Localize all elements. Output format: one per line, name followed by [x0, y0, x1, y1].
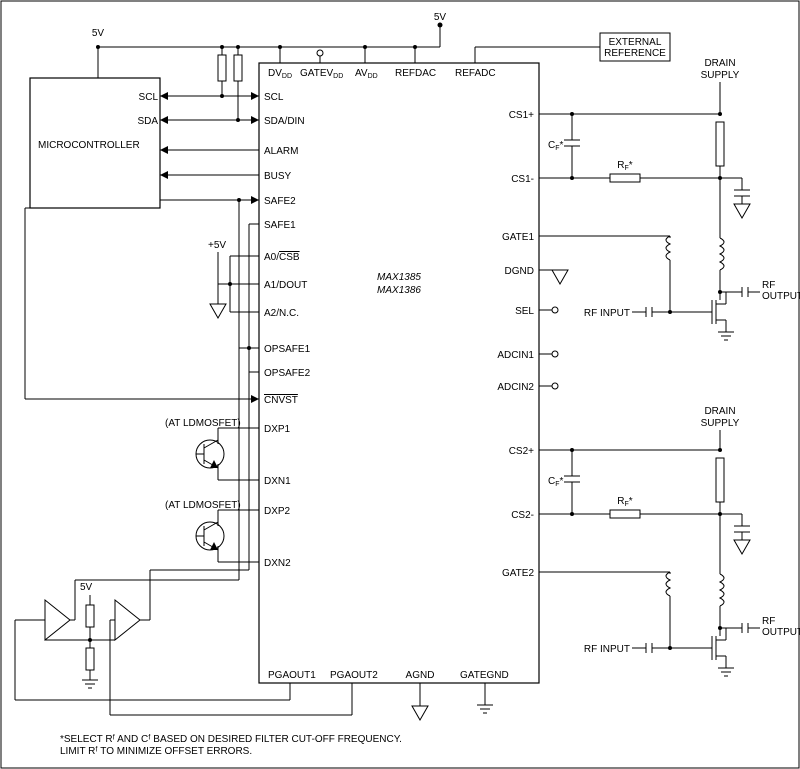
svg-text:REFADC: REFADC: [455, 68, 496, 79]
svg-text:A1/DOUT: A1/DOUT: [264, 280, 307, 291]
v5-left: 5V: [92, 28, 105, 39]
svg-text:RF: RF: [762, 280, 775, 291]
svg-text:5V: 5V: [80, 582, 93, 593]
svg-text:CS1-: CS1-: [511, 174, 534, 185]
svg-text:DRAIN: DRAIN: [704, 58, 735, 69]
svg-text:DXP2: DXP2: [264, 506, 291, 517]
chip-name2: MAX1386: [377, 285, 421, 296]
svg-text:GATE2: GATE2: [502, 568, 534, 579]
extref-l2: REFERENCE: [604, 48, 666, 59]
svg-text:A0/CSB: A0/CSB: [264, 252, 300, 263]
extref-l1: EXTERNAL: [609, 37, 662, 48]
svg-text:SDA: SDA: [137, 116, 158, 127]
svg-text:GATEGND: GATEGND: [460, 670, 509, 681]
footnote-1: *SELECT Rᶠ AND Cᶠ BASED ON DESIRED FILTE…: [60, 734, 402, 745]
svg-text:DXP1: DXP1: [264, 424, 291, 435]
svg-text:DXN1: DXN1: [264, 476, 291, 487]
svg-text:SUPPLY: SUPPLY: [701, 70, 740, 81]
svg-text:REFDAC: REFDAC: [395, 68, 436, 79]
svg-text:RF INPUT: RF INPUT: [584, 644, 630, 655]
svg-text:SAFE2: SAFE2: [264, 196, 296, 207]
svg-text:OPSAFE2: OPSAFE2: [264, 368, 311, 379]
svg-text:PGAOUT2: PGAOUT2: [330, 670, 378, 681]
svg-text:SUPPLY: SUPPLY: [701, 418, 740, 429]
svg-text:CS1+: CS1+: [509, 110, 534, 121]
svg-text:ALARM: ALARM: [264, 146, 298, 157]
svg-text:DGND: DGND: [505, 266, 534, 277]
svg-text:RF: RF: [762, 616, 775, 627]
svg-text:BUSY: BUSY: [264, 171, 292, 182]
svg-text:OUTPUT: OUTPUT: [762, 291, 800, 302]
svg-text:RF INPUT: RF INPUT: [584, 308, 630, 319]
svg-text:OPSAFE1: OPSAFE1: [264, 344, 311, 355]
v5-top: 5V: [434, 12, 447, 23]
svg-text:A2/N.C.: A2/N.C.: [264, 308, 299, 319]
svg-text:PGAOUT1: PGAOUT1: [268, 670, 316, 681]
mcu-label: MICROCONTROLLER: [38, 140, 140, 151]
schematic-diagram: MAX1385 MAX1386 DVDD GATEVDD AVDD REFDAC…: [0, 0, 800, 769]
svg-text:SCL: SCL: [264, 92, 284, 103]
svg-text:ADCIN1: ADCIN1: [497, 350, 534, 361]
svg-text:DRAIN: DRAIN: [704, 406, 735, 417]
svg-text:CS2-: CS2-: [511, 510, 534, 521]
svg-text:SEL: SEL: [515, 306, 534, 317]
svg-text:CNVST: CNVST: [264, 395, 298, 406]
svg-text:(AT LDMOSFET): (AT LDMOSFET): [165, 418, 241, 429]
svg-text:DXN2: DXN2: [264, 558, 291, 569]
svg-text:SAFE1: SAFE1: [264, 220, 296, 231]
svg-text:SDA/DIN: SDA/DIN: [264, 116, 305, 127]
svg-text:AGND: AGND: [406, 670, 435, 681]
svg-text:ADCIN2: ADCIN2: [497, 382, 534, 393]
svg-text:+5V: +5V: [208, 240, 226, 251]
svg-text:(AT LDMOSFET): (AT LDMOSFET): [165, 500, 241, 511]
svg-text:GATE1: GATE1: [502, 232, 534, 243]
svg-text:CS2+: CS2+: [509, 446, 534, 457]
svg-text:OUTPUT: OUTPUT: [762, 627, 800, 638]
chip-name1: MAX1385: [377, 272, 421, 283]
svg-text:SCL: SCL: [139, 92, 159, 103]
footnote-2: LIMIT Rᶠ TO MINIMIZE OFFSET ERRORS.: [60, 746, 252, 757]
